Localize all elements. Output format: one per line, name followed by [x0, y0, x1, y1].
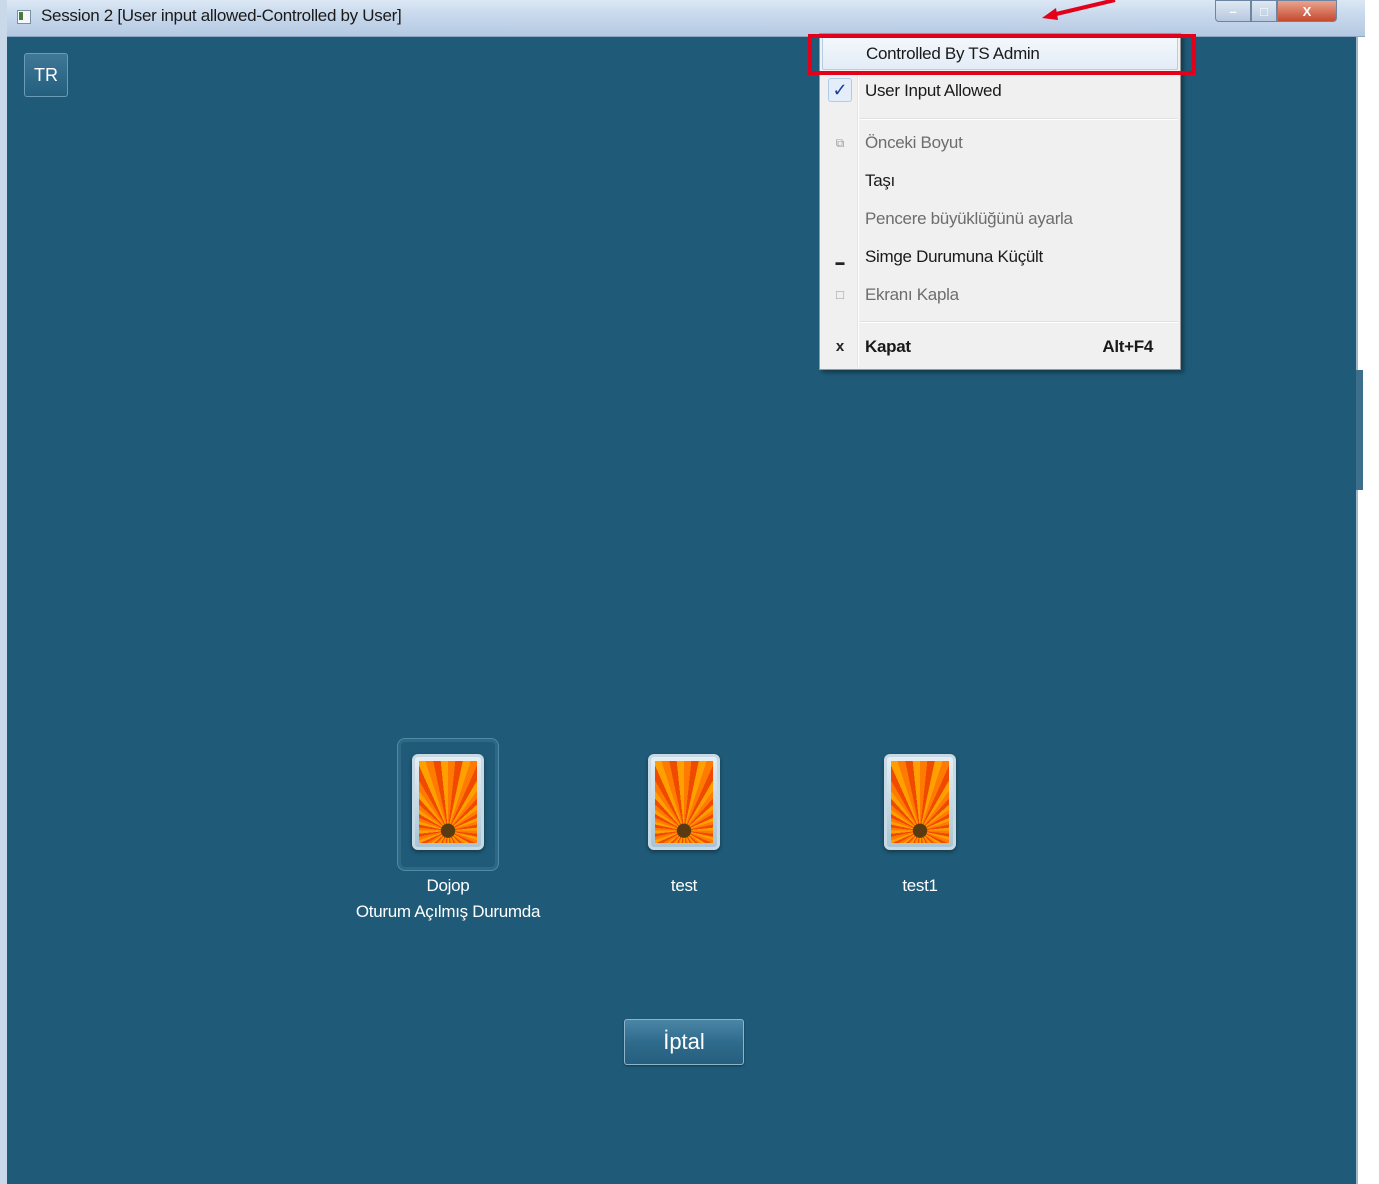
- menu-item-label: User Input Allowed: [865, 81, 1002, 100]
- user-avatar[interactable]: [412, 754, 484, 850]
- user-name: test1: [902, 876, 938, 895]
- menu-item-label: Taşı: [865, 171, 895, 190]
- flower-picture-icon: [891, 761, 949, 843]
- system-context-menu: Controlled By TS Admin ✓ User Input Allo…: [819, 33, 1181, 370]
- menu-item-close[interactable]: x Kapat Alt+F4: [822, 330, 1178, 364]
- check-icon: ✓: [828, 78, 852, 102]
- maximize-icon: □: [1260, 3, 1268, 19]
- red-arrow-annotation-icon: [1042, 0, 1116, 20]
- close-button[interactable]: X: [1277, 0, 1337, 22]
- cancel-button[interactable]: İptal: [624, 1019, 744, 1065]
- menu-item-shortcut: Alt+F4: [1102, 337, 1153, 356]
- minimize-icon: –: [1229, 3, 1237, 19]
- window-title: Session 2 [User input allowed-Controlled…: [41, 6, 402, 25]
- user-name: Dojop: [426, 876, 470, 895]
- title-bar[interactable]: Session 2 [User input allowed-Controlled…: [7, 0, 1365, 37]
- user-avatar[interactable]: [648, 754, 720, 850]
- minimize-icon: ▬: [835, 257, 845, 267]
- red-highlight-annotation: [808, 34, 1196, 75]
- app-icon[interactable]: [17, 10, 31, 24]
- menu-item-user-input-allowed[interactable]: ✓ User Input Allowed: [822, 74, 1178, 108]
- flower-picture-icon: [419, 761, 477, 843]
- user-name: test: [670, 876, 698, 895]
- flower-picture-icon: [655, 761, 713, 843]
- menu-item-label: Önceki Boyut: [865, 133, 963, 152]
- menu-item-minimize[interactable]: ▬ Simge Durumuna Küçült: [822, 240, 1178, 274]
- language-button[interactable]: TR: [24, 53, 68, 97]
- menu-item-maximize[interactable]: □ Ekranı Kapla: [822, 278, 1178, 312]
- close-icon: X: [1302, 3, 1312, 19]
- menu-separator: [860, 118, 1178, 120]
- user-avatar[interactable]: [884, 754, 956, 850]
- menu-item-restore[interactable]: ⧉ Önceki Boyut: [822, 126, 1178, 160]
- maximize-button[interactable]: □: [1251, 0, 1277, 22]
- menu-item-label: Kapat: [865, 337, 911, 356]
- menu-item-move[interactable]: Taşı: [822, 164, 1178, 198]
- menu-item-label: Pencere büyüklüğünü ayarla: [865, 209, 1073, 228]
- menu-item-label: Ekranı Kapla: [865, 285, 959, 304]
- maximize-icon: □: [836, 287, 844, 302]
- window-edge: [1356, 370, 1363, 490]
- menu-item-size[interactable]: Pencere büyüklüğünü ayarla: [822, 202, 1178, 236]
- menu-separator: [860, 321, 1178, 323]
- restore-icon: ⧉: [835, 136, 845, 150]
- window-controls: – □ X: [1215, 0, 1337, 24]
- minimize-button[interactable]: –: [1215, 0, 1251, 22]
- user-status: Oturum Açılmış Durumda: [355, 902, 541, 921]
- menu-item-label: Simge Durumuna Küçült: [865, 247, 1043, 266]
- close-icon: x: [835, 338, 845, 355]
